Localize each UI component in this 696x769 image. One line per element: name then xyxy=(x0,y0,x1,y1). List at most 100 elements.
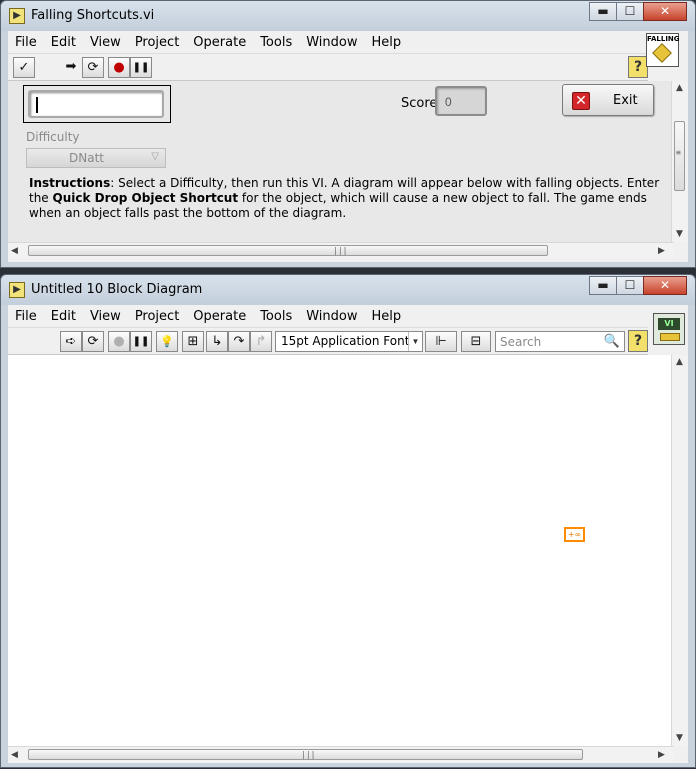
title-bar[interactable]: ▶ Untitled 10 Block Diagram ▬ ☐ ✕ xyxy=(1,275,695,305)
abort-button[interactable]: ● xyxy=(108,331,130,352)
menu-project[interactable]: Project xyxy=(128,309,186,324)
pause-button[interactable]: ❚❚ xyxy=(130,331,152,352)
difficulty-select[interactable]: DNatt ▽ xyxy=(26,148,166,168)
run-continuously-button[interactable]: ⟳ xyxy=(82,57,104,78)
scroll-right-icon[interactable]: ▶ xyxy=(658,750,665,760)
front-panel-window: ▶ Falling Shortcuts.vi ▬ ☐ ✕ File Edit V… xyxy=(0,0,696,268)
search-input[interactable] xyxy=(500,334,604,349)
step-out-button[interactable]: ↱ xyxy=(250,331,272,352)
exit-label: Exit xyxy=(613,93,638,108)
context-help-button[interactable]: ? xyxy=(628,56,648,78)
grip-icon: ≡ xyxy=(676,148,681,157)
scroll-down-icon[interactable]: ▼ xyxy=(676,733,683,743)
difficulty-value: DNatt xyxy=(69,151,104,165)
exit-button[interactable]: ✕ Exit xyxy=(562,84,654,116)
menu-help[interactable]: Help xyxy=(364,309,408,324)
horizontal-scrollbar[interactable]: ◀ ||| ▶ xyxy=(8,242,674,259)
run-button[interactable]: ➪ xyxy=(60,331,82,352)
scroll-left-icon[interactable]: ◀ xyxy=(11,246,18,256)
vertical-scroll-thumb[interactable]: ≡ xyxy=(674,121,685,191)
run-continuously-button[interactable]: ⟳ xyxy=(82,331,104,352)
minimize-button[interactable]: ▬ xyxy=(589,2,617,21)
menu-window[interactable]: Window xyxy=(299,35,364,50)
vi-connector-icon[interactable]: VI xyxy=(653,313,685,345)
toolbar: ➪ ⟳ ● ❚❚ 💡 ⊞ ↳ ↷ ↱ 15pt Application Font… xyxy=(8,327,648,355)
block-diagram-window: ▶ Untitled 10 Block Diagram ▬ ☐ ✕ File E… xyxy=(0,274,696,768)
menu-help[interactable]: Help xyxy=(364,35,408,50)
abort-button[interactable]: ● xyxy=(108,57,130,78)
diamond-icon xyxy=(652,43,672,63)
menu-edit[interactable]: Edit xyxy=(44,35,83,50)
minimize-button[interactable]: ▬ xyxy=(589,276,617,295)
close-button[interactable]: ✕ xyxy=(643,276,687,295)
align-objects-button[interactable]: ⊩ xyxy=(425,331,457,352)
score-indicator: 0 xyxy=(435,86,487,116)
dropdown-arrow-icon: ▽ xyxy=(151,151,159,162)
search-icon[interactable]: 🔍 xyxy=(604,333,620,349)
highlight-execution-button[interactable]: 💡 xyxy=(156,331,178,352)
search-box[interactable]: 🔍 xyxy=(495,331,625,352)
pause-button[interactable]: ❚❚ xyxy=(130,57,152,78)
horizontal-scroll-thumb[interactable]: ||| xyxy=(28,749,583,760)
menu-operate[interactable]: Operate xyxy=(186,309,253,324)
maximize-button[interactable]: ☐ xyxy=(616,276,644,295)
front-panel-area: Score 0 ✕ Exit Difficulty DNatt ▽ Instru… xyxy=(8,81,688,242)
maximize-button[interactable]: ☐ xyxy=(616,2,644,21)
block-diagram-canvas[interactable]: +∞ xyxy=(8,355,674,746)
shortcut-input-frame xyxy=(23,85,171,123)
step-into-button[interactable]: ↳ xyxy=(206,331,228,352)
scroll-left-icon[interactable]: ◀ xyxy=(11,750,18,760)
menu-view[interactable]: View xyxy=(83,35,128,50)
front-panel-client: File Edit View Project Operate Tools Win… xyxy=(8,31,688,262)
close-button[interactable]: ✕ xyxy=(643,2,687,21)
vertical-scrollbar[interactable]: ▲ ≡ ▼ xyxy=(671,81,688,242)
step-over-button[interactable]: ↷ xyxy=(228,331,250,352)
font-select[interactable]: 15pt Application Font ▼ xyxy=(275,331,423,352)
difficulty-label: Difficulty xyxy=(26,130,80,144)
menu-window[interactable]: Window xyxy=(299,309,364,324)
grip-icon: ||| xyxy=(301,750,316,759)
distribute-objects-button[interactable]: ⊟ xyxy=(461,331,491,352)
window-controls: ▬ ☐ ✕ xyxy=(589,276,687,295)
menu-project[interactable]: Project xyxy=(128,35,186,50)
menu-tools[interactable]: Tools xyxy=(253,309,299,324)
instructions-text: Instructions: Select a Difficulty, then … xyxy=(29,176,661,221)
menu-file[interactable]: File xyxy=(8,35,44,50)
score-value: 0 xyxy=(445,95,452,109)
close-icon: ✕ xyxy=(572,92,590,110)
menu-operate[interactable]: Operate xyxy=(186,35,253,50)
infinity-constant-node[interactable]: +∞ xyxy=(564,527,585,542)
title-bar[interactable]: ▶ Falling Shortcuts.vi ▬ ☐ ✕ xyxy=(1,1,695,31)
instructions-lead: Instructions xyxy=(29,176,111,190)
window-title: Falling Shortcuts.vi xyxy=(31,8,155,23)
font-select-value: 15pt Application Font xyxy=(281,334,410,348)
retain-wire-values-button[interactable]: ⊞ xyxy=(182,331,204,352)
menu-file[interactable]: File xyxy=(8,309,44,324)
vi-icon-caption: FALLING xyxy=(647,35,680,43)
vi-icon-caption: VI xyxy=(658,318,680,330)
menu-bar: File Edit View Project Operate Tools Win… xyxy=(8,31,648,53)
node-icon xyxy=(660,333,680,341)
horizontal-scrollbar[interactable]: ◀ ||| ▶ xyxy=(8,746,674,763)
toolbar: ✓ ➡ ⟳ ● ❚❚ ? xyxy=(8,53,648,81)
context-help-button[interactable]: ? xyxy=(628,330,648,352)
scroll-up-icon[interactable]: ▲ xyxy=(676,83,683,93)
block-diagram-client: File Edit View Project Operate Tools Win… xyxy=(8,305,688,763)
scroll-right-icon[interactable]: ▶ xyxy=(658,246,665,256)
scroll-up-icon[interactable]: ▲ xyxy=(676,357,683,367)
scroll-down-icon[interactable]: ▼ xyxy=(676,229,683,239)
shortcut-input[interactable] xyxy=(28,90,164,118)
vi-connector-icon[interactable]: FALLING xyxy=(646,33,680,67)
menu-view[interactable]: View xyxy=(83,309,128,324)
vertical-scrollbar[interactable]: ▲ ▼ xyxy=(671,355,688,746)
horizontal-scroll-thumb[interactable]: ||| xyxy=(28,245,548,256)
menu-tools[interactable]: Tools xyxy=(253,35,299,50)
menu-edit[interactable]: Edit xyxy=(44,309,83,324)
vi-icon: ▶ xyxy=(9,282,25,298)
chevron-down-icon: ▼ xyxy=(408,332,422,351)
score-label: Score xyxy=(401,96,438,111)
text-caret xyxy=(36,97,38,113)
run-check-button[interactable]: ✓ xyxy=(13,57,35,78)
window-controls: ▬ ☐ ✕ xyxy=(589,2,687,21)
run-button[interactable]: ➡ xyxy=(60,57,82,78)
